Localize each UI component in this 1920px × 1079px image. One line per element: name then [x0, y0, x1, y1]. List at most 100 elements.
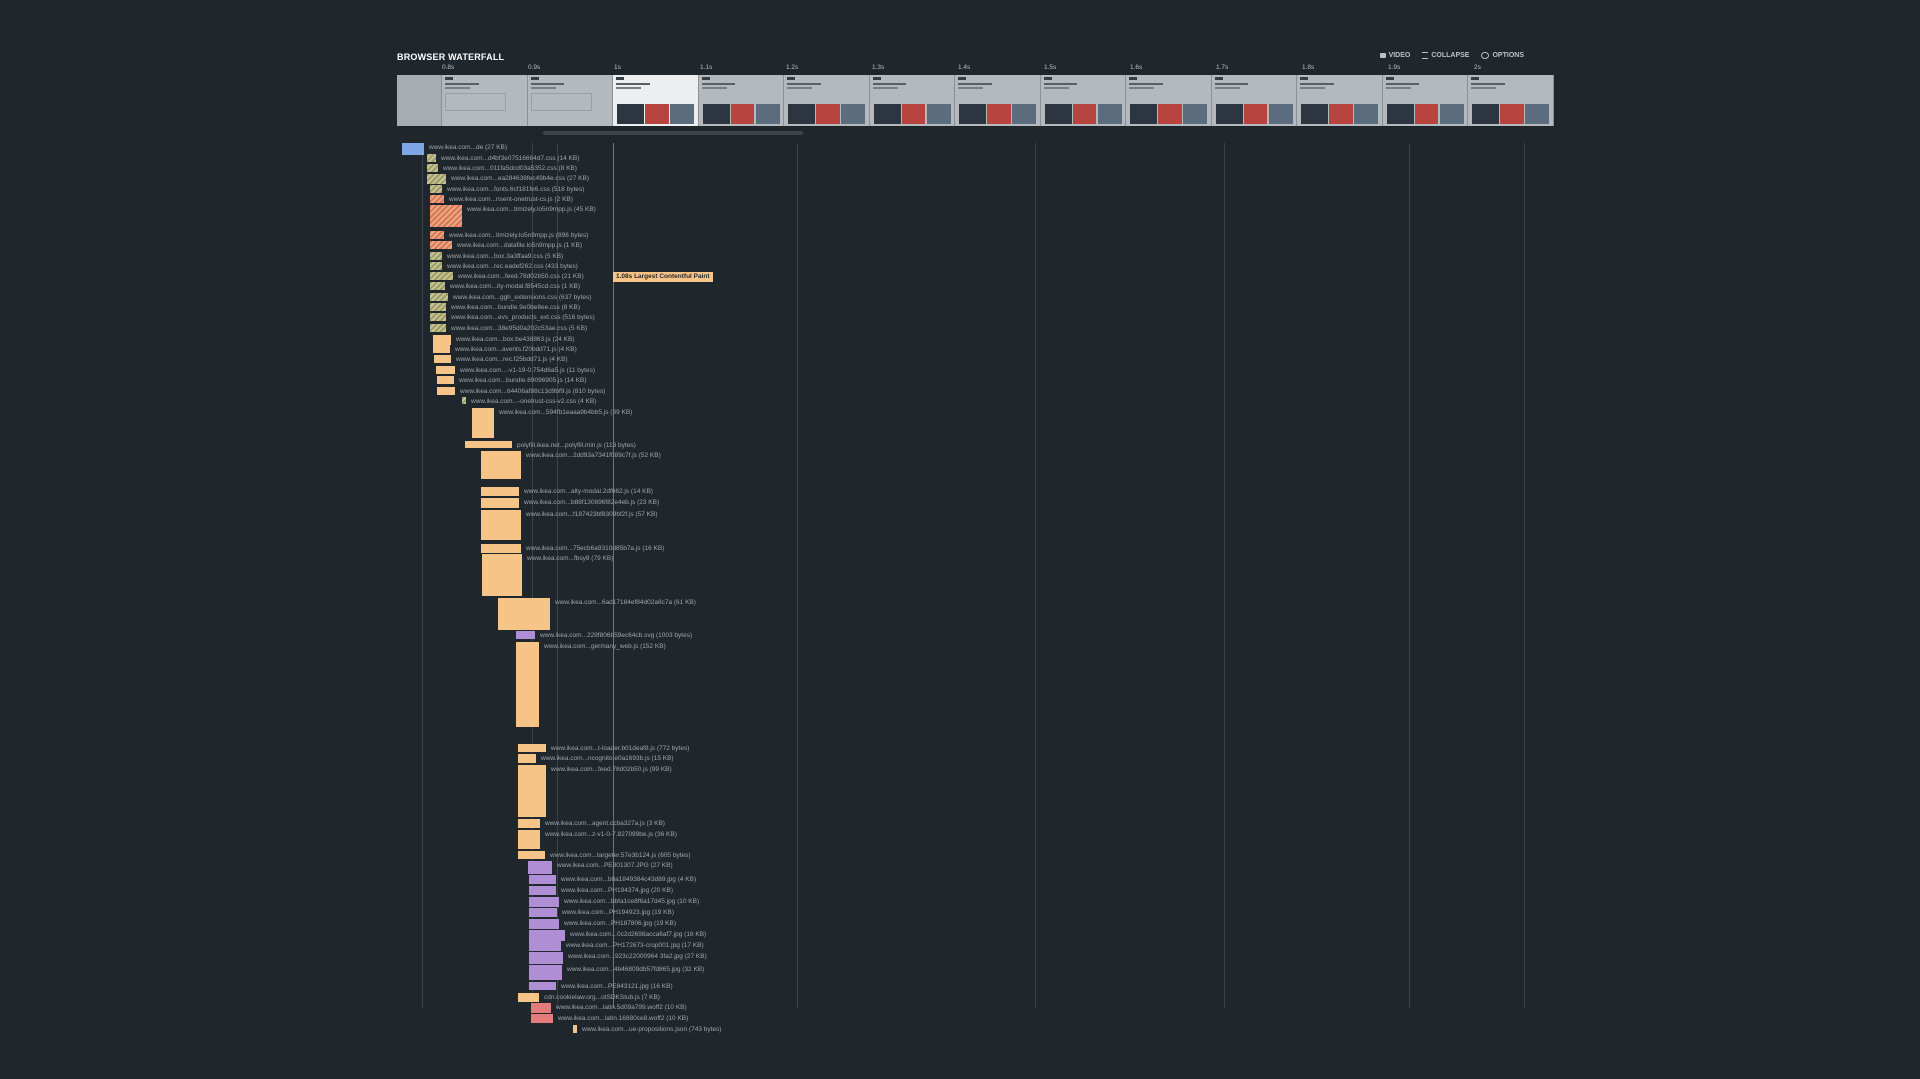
request-bar [518, 744, 546, 752]
request-bar [531, 1003, 551, 1013]
filmstrip-frame[interactable] [1297, 75, 1383, 126]
request-row[interactable]: www.ikea.com...38e95d0a202c53ae.css (5 K… [397, 324, 1524, 334]
request-bar [430, 195, 444, 203]
request-row[interactable]: www.ikea.com...evs_products_ext.css (516… [397, 313, 1524, 323]
request-bar [518, 765, 546, 817]
filmstrip-frame[interactable] [1468, 75, 1554, 126]
request-row[interactable]: www.ikea.com...timizely.lo5n9mpp.js (45 … [397, 205, 1524, 227]
request-row[interactable]: www.ikea.com...229f806b59ec64cb.svg (100… [397, 631, 1524, 641]
request-row[interactable]: www.ikea.com...-onetrust-css-v2.css (4 K… [397, 397, 1524, 407]
request-row[interactable]: www.ikea.com...agent.ccba327a.js (3 KB) [397, 819, 1524, 829]
request-row[interactable]: www.ikea.com...feed.78d02b50.js (99 KB) [397, 765, 1524, 817]
filmstrip-frame[interactable] [1382, 75, 1468, 126]
request-row[interactable]: www.ikea.com...z-v1-0-7.827099be.js (36 … [397, 830, 1524, 849]
request-row[interactable]: www.ikea.com...2dd93a7341f089c7f.js (52 … [397, 451, 1524, 479]
request-row[interactable]: www.ikea.com...rec.f25bdd71.js (4 KB) [397, 355, 1524, 365]
request-row[interactable]: www.ikea.com...ggh_extensions.css (637 b… [397, 293, 1524, 303]
request-bar [529, 908, 557, 917]
request-row[interactable]: www.ikea.com...nsent-onetrust-cs.js (2 K… [397, 195, 1524, 205]
options-button[interactable]: OPTIONS [1481, 52, 1524, 59]
request-label: www.ikea.com...de (27 KB) [429, 144, 508, 151]
request-row[interactable]: www.ikea.com...bbfa1ce8f6a17d45.jpg (10 … [397, 897, 1524, 907]
request-label: www.ikea.com...timizely.lo5n9mpp.js (45 … [467, 206, 596, 213]
filmstrip-frame[interactable] [955, 75, 1041, 126]
request-row[interactable]: www.ikea.com...011fa5dcd03a5352.css (8 K… [397, 164, 1524, 174]
request-row[interactable]: www.ikea.com...b88f130896f82e4eb.js (23 … [397, 498, 1524, 508]
request-row[interactable]: www.ikea.com...datafile.lo5n9mpp.js (1 K… [397, 241, 1524, 251]
request-row[interactable]: www.ikea.com...PE901307.JPG (27 KB) [397, 861, 1524, 874]
filmstrip-scrollbar[interactable] [543, 131, 803, 135]
request-bar [437, 387, 455, 395]
request-label: www.ikea.com...229f806b59ec64cb.svg (100… [540, 632, 693, 639]
filmstrip-frame[interactable] [1040, 75, 1126, 126]
request-row[interactable]: www.ikea.com...f187423bf8309bf2f.js (57 … [397, 510, 1524, 540]
request-row[interactable]: www.ikea.com...fbsy8 (79 KB) [397, 554, 1524, 596]
request-bar [529, 952, 563, 964]
request-row[interactable]: www.ikea.com...4b46809db57fd865.jpg (32 … [397, 965, 1524, 980]
request-row[interactable]: www.ikea.com...t-loader.b01deaf8.js (772… [397, 744, 1524, 754]
request-row[interactable]: www.ikea.com...box.3a3ffaa9.css (5 KB) [397, 252, 1524, 262]
filmstrip-frame[interactable] [1211, 75, 1297, 126]
request-row[interactable]: www.ikea.com...bundle.9e0be8ee.css (8 KB… [397, 303, 1524, 313]
filmstrip-frame[interactable] [397, 75, 442, 126]
filmstrip-frame[interactable] [869, 75, 955, 126]
lcp-marker: 1.08s Largest Contentful Paint [613, 272, 713, 282]
request-label: www.ikea.com...594fb1eaaa9b4bb5.js (39 K… [499, 409, 633, 416]
request-row[interactable]: www.ikea.com...6ad17184ef84d02a8c7a (61 … [397, 598, 1524, 630]
request-row[interactable]: www.ikea.com...-v1-19-0.754d6a5.js (11 b… [397, 366, 1524, 376]
request-row[interactable]: www.ikea.com...box.be438863.js (24 KB) [397, 335, 1524, 345]
request-row[interactable]: www.ikea.com...PH194374.jpg (20 KB) [397, 886, 1524, 896]
request-row[interactable]: polyfill.ikea.net...polyfill.min.js (113… [397, 441, 1524, 451]
request-row[interactable]: www.ikea.com...bundle.69096905.js (14 KB… [397, 376, 1524, 386]
request-row[interactable]: www.ikea.com...923c22000964 3fa2.jpg (27… [397, 952, 1524, 964]
collapse-button[interactable]: COLLAPSE [1422, 52, 1469, 59]
request-row[interactable]: www.ikea.com...PH172673-crop001.jpg (17 … [397, 941, 1524, 951]
filmstrip-frame[interactable] [442, 75, 528, 126]
filmstrip-frame[interactable] [784, 75, 870, 126]
request-row[interactable]: www.ikea.com...PH187806.jpg (19 KB) [397, 919, 1524, 929]
request-row[interactable]: www.ikea.com...PH194923.jpg (19 KB) [397, 908, 1524, 918]
filmstrip-frame[interactable] [527, 75, 613, 126]
request-label: www.ikea.com...bundle.9e0be8ee.css (8 KB… [451, 304, 580, 311]
request-bar [430, 252, 442, 260]
filmstrip[interactable] [397, 75, 1554, 126]
request-label: www.ikea.com...ggh_extensions.css (637 b… [453, 294, 592, 301]
request-row[interactable]: www.ikea.com...rec.eadef262.css (433 byt… [397, 262, 1524, 272]
request-bar [430, 293, 448, 301]
request-row[interactable]: www.ikea.com...594fb1eaaa9b4bb5.js (39 K… [397, 408, 1524, 438]
filmstrip-frame[interactable] [613, 75, 699, 126]
video-button[interactable]: VIDEO [1379, 52, 1411, 59]
request-row[interactable]: www.ikea.com...b8a1849384c43d89.jpg (4 K… [397, 875, 1524, 885]
request-row[interactable]: www.ikea.com...fonts.6cf181fe6.css (518 … [397, 185, 1524, 195]
timeline-tick: 1.5s [1044, 64, 1057, 71]
request-row[interactable]: www.ikea.com...PE843121.jpg (16 KB) [397, 982, 1524, 992]
request-row[interactable]: www.ikea.com...avents.f20bdd71.js (4 KB) [397, 345, 1524, 355]
request-label: www.ikea.com...germany_web.js (152 KB) [544, 643, 666, 650]
timeline-tick: 0.8s [442, 64, 455, 71]
request-row[interactable]: cdn.cookielaw.org...otSDKStub.js (7 KB) [397, 993, 1524, 1003]
request-row[interactable]: www.ikea.com...ity-modal.f8545cd.css (1 … [397, 282, 1524, 292]
filmstrip-frame[interactable] [1126, 75, 1212, 126]
timeline-tick: 1.8s [1302, 64, 1315, 71]
request-row[interactable]: www.ikea.com...75ecb6a9310d85b7a.js (16 … [397, 544, 1524, 554]
request-row[interactable]: www.ikea.com...latin.5d09a799.woff2 (10 … [397, 1003, 1524, 1013]
request-row[interactable]: www.ikea.com...d4bf3e07516664d7.css (14 … [397, 154, 1524, 164]
request-row[interactable]: www.ikea.com...ncognito.e0a1693b.js (15 … [397, 754, 1524, 764]
timeline-tick: 0.9s [528, 64, 541, 71]
request-bar [430, 313, 446, 321]
video-label: VIDEO [1388, 52, 1411, 59]
request-row[interactable]: www.ikea.com...ue-propositions.json (743… [397, 1025, 1524, 1035]
request-row[interactable]: www.ikea.com...0c2d2698acca6af7.jpg (16 … [397, 930, 1524, 941]
request-row[interactable]: www.ikea.com...timizely.lo5n9mpp.js (896… [397, 231, 1524, 241]
request-row[interactable]: www.ikea.com...targeter.57e3b124.js (605… [397, 851, 1524, 861]
request-row[interactable]: www.ikea.com...alty-modal.2df662.js (14 … [397, 487, 1524, 497]
request-label: www.ikea.com...75ecb6a9310d85b7a.js (16 … [526, 545, 665, 552]
request-row[interactable]: www.ikea.com...ea284638fec49b4e.css (27 … [397, 174, 1524, 184]
request-row[interactable]: www.ikea.com...feed.78d02b50.css (21 KB) [397, 272, 1524, 282]
request-row[interactable]: www.ikea.com...64406af88c13d9bf9.js (810… [397, 387, 1524, 397]
request-bar [436, 366, 455, 374]
request-row[interactable]: www.ikea.com...germany_web.js (152 KB) [397, 642, 1524, 727]
filmstrip-frame[interactable] [698, 75, 784, 126]
timeline-tick: 1.3s [872, 64, 885, 71]
request-row[interactable]: www.ikea.com...latin.16880ce8.woff2 (10 … [397, 1014, 1524, 1024]
